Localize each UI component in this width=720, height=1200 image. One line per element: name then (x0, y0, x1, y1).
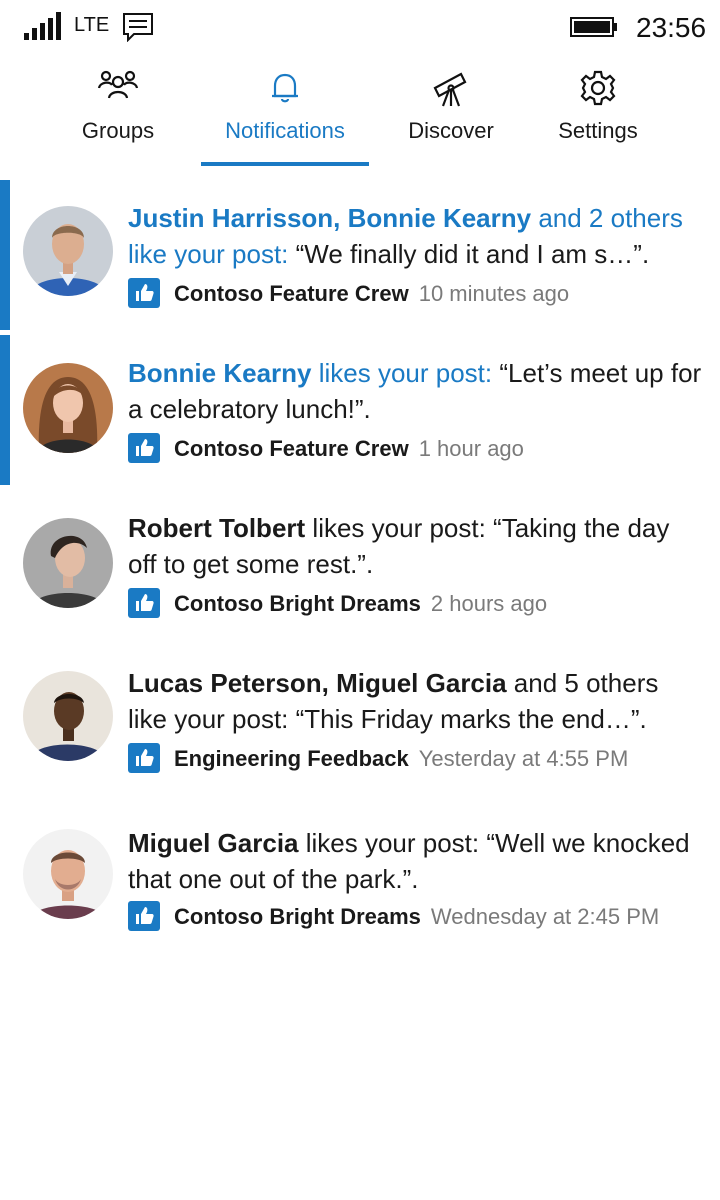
avatar (23, 829, 113, 919)
action-text: likes your post: (311, 358, 500, 388)
avatar (23, 671, 113, 761)
notification-meta: Engineering Feedback Yesterday at 4:55 PM (128, 743, 629, 779)
top-navigation: Groups Notifications Discover Settings (0, 60, 720, 170)
like-icon (128, 743, 160, 773)
action-text: likes your post: (298, 828, 487, 858)
tab-label: Notifications (225, 118, 345, 143)
tab-label: Groups (81, 118, 155, 143)
timestamp: 1 hour ago (418, 435, 524, 461)
notification-text: Justin Harrisson, Bonnie Kearny and 2 ot… (128, 200, 703, 272)
actor-names[interactable]: Lucas Peterson, Miguel Garcia (128, 668, 507, 698)
bell-icon (272, 73, 298, 103)
notification-meta: Contoso Bright Dreams Wednesday at 2:45 P… (128, 901, 660, 937)
tab-notifications[interactable]: Notifications (201, 60, 369, 170)
timestamp: 2 hours ago (430, 590, 548, 616)
group-name[interactable]: Contoso Bright Dreams (174, 591, 421, 616)
tab-label: Discover (408, 118, 494, 143)
post-excerpt: “We finally did it and I am s…”. (295, 239, 650, 269)
avatar (23, 363, 113, 453)
tab-settings[interactable]: Settings (548, 60, 648, 170)
notification-text: Robert Tolbert likes your post: “Taking … (128, 510, 703, 582)
gear-icon (580, 70, 616, 106)
avatar (23, 206, 113, 296)
notification-meta: Contoso Bright Dreams 2 hours ago (128, 588, 548, 624)
notification-text: Miguel Garcia likes your post: “Well we … (128, 825, 703, 897)
message-icon (123, 13, 153, 42)
notification-item[interactable]: Miguel Garcia likes your post: “Well we … (0, 805, 720, 955)
telescope-icon (433, 72, 467, 107)
like-icon (128, 901, 160, 931)
notification-item[interactable]: Lucas Peterson, Miguel Garcia and 5 othe… (0, 645, 720, 795)
group-name[interactable]: Contoso Bright Dreams (174, 904, 421, 929)
timestamp: Yesterday at 4:55 PM (418, 745, 629, 771)
tab-groups[interactable]: Groups (62, 60, 174, 170)
group-name[interactable]: Engineering Feedback (174, 746, 409, 771)
group-name[interactable]: Contoso Feature Crew (174, 281, 409, 306)
status-bar: LTE 23:56 (0, 0, 720, 56)
unread-indicator (0, 335, 10, 485)
actor-names[interactable]: Robert Tolbert (128, 513, 305, 543)
notification-item[interactable]: Justin Harrisson, Bonnie Kearny and 2 ot… (0, 180, 720, 330)
people-icon (97, 70, 139, 99)
tab-label: Settings (558, 118, 638, 143)
clock: 23:56 (636, 12, 707, 43)
notification-meta: Contoso Feature Crew 1 hour ago (128, 433, 524, 469)
actor-names[interactable]: Miguel Garcia (128, 828, 299, 858)
actor-names[interactable]: Justin Harrisson, Bonnie Kearny (128, 203, 531, 233)
like-icon (128, 433, 160, 463)
actor-names[interactable]: Bonnie Kearny (128, 358, 312, 388)
like-icon (128, 588, 160, 618)
tab-discover[interactable]: Discover (398, 60, 504, 170)
avatar (23, 518, 113, 608)
signal-strength-icon (24, 12, 61, 40)
timestamp: Wednesday at 2:45 PM (430, 903, 660, 929)
notification-meta: Contoso Feature Crew 10 minutes ago (128, 278, 570, 314)
notification-text: Bonnie Kearny likes your post: “Let’s me… (128, 355, 703, 427)
action-text: likes your post: (305, 513, 494, 543)
notification-item[interactable]: Bonnie Kearny likes your post: “Let’s me… (0, 335, 720, 485)
network-type: LTE (74, 14, 110, 36)
battery-icon (570, 17, 617, 37)
unread-indicator (0, 180, 10, 330)
post-excerpt: “This Friday marks the end…”. (295, 704, 647, 734)
notification-text: Lucas Peterson, Miguel Garcia and 5 othe… (128, 665, 703, 737)
timestamp: 10 minutes ago (418, 280, 570, 306)
notification-item[interactable]: Robert Tolbert likes your post: “Taking … (0, 490, 720, 640)
active-tab-indicator (201, 162, 369, 166)
group-name[interactable]: Contoso Feature Crew (174, 436, 409, 461)
like-icon (128, 278, 160, 308)
